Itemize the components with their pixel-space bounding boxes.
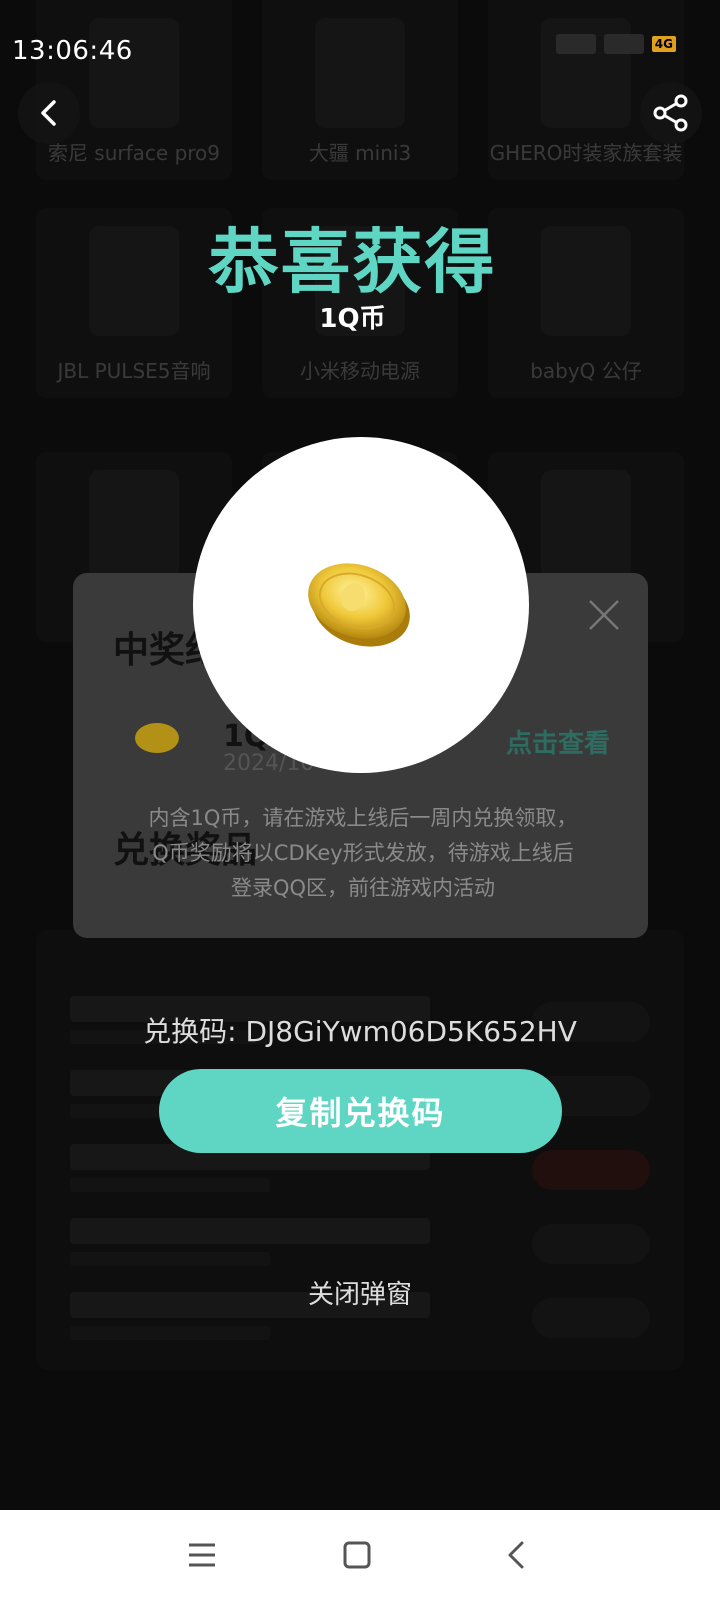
prize-name: 大疆 mini3 [308,141,412,165]
prize-name: JBL PULSE5音响 [57,359,211,383]
back-icon [508,1541,524,1569]
prize-thumbnail [89,18,179,128]
prize-name: 小米移动电源 [300,359,420,383]
task-item [70,1144,650,1204]
task-title [70,1218,430,1244]
menu-icon [189,1543,215,1567]
system-nav-bar [0,1510,720,1601]
chevron-left-icon [41,100,56,126]
task-item [70,1218,650,1278]
task-desc [70,1178,270,1192]
prize-name: GHERO时装家族套装 [489,141,683,165]
prize-name: 1Q币 [319,304,386,334]
record-description: 内含1Q币，请在游戏上线后一周内兑换领取，Q币奖励将以CDKey形式发放，待游戏… [148,806,578,900]
home-button[interactable] [337,1535,377,1575]
signal-icon [555,34,596,54]
task-desc [70,1252,270,1266]
share-icon [653,94,688,132]
congrats-title: 恭喜获得 [208,221,497,303]
status-time: 13:06:46 [12,36,133,66]
status-indicators: 4G [555,34,676,54]
menu-button[interactable] [182,1535,222,1575]
redeem-code-label: 兑换码: [143,1015,246,1048]
top-prize-row: 索尼 surface pro9 大疆 mini3 GHERO时装家族套装 [36,0,684,180]
share-button[interactable] [640,82,702,144]
close-icon[interactable] [582,593,626,637]
nav-back-button[interactable] [496,1535,536,1575]
task-desc [70,1326,270,1340]
back-button[interactable] [18,82,80,144]
qcoin-icon [308,563,410,647]
copy-code-button[interactable]: 复制兑换码 [159,1069,562,1153]
prize-name: 索尼 surface pro9 [47,141,221,165]
redeem-code-line: 兑换码: DJ8GiYwm06D5K652HV [0,1010,720,1050]
network-badge: 4G [651,36,676,52]
wifi-icon [603,34,644,54]
redeem-code-value[interactable]: DJ8GiYwm06D5K652HV [245,1015,576,1048]
prize-card: 大疆 mini3 [262,0,458,180]
task-button [532,1150,650,1190]
qcoin-icon [135,723,179,753]
prize-thumbnail [315,18,405,128]
prize-name: babyQ 公仔 [530,359,642,383]
prize-thumbnail [89,470,179,580]
prize-image-circle [193,437,529,773]
home-square-icon [343,1541,371,1569]
prize-thumbnail [541,470,631,580]
close-popup-link[interactable]: 关闭弹窗 [0,1274,720,1311]
task-button [532,1224,650,1264]
